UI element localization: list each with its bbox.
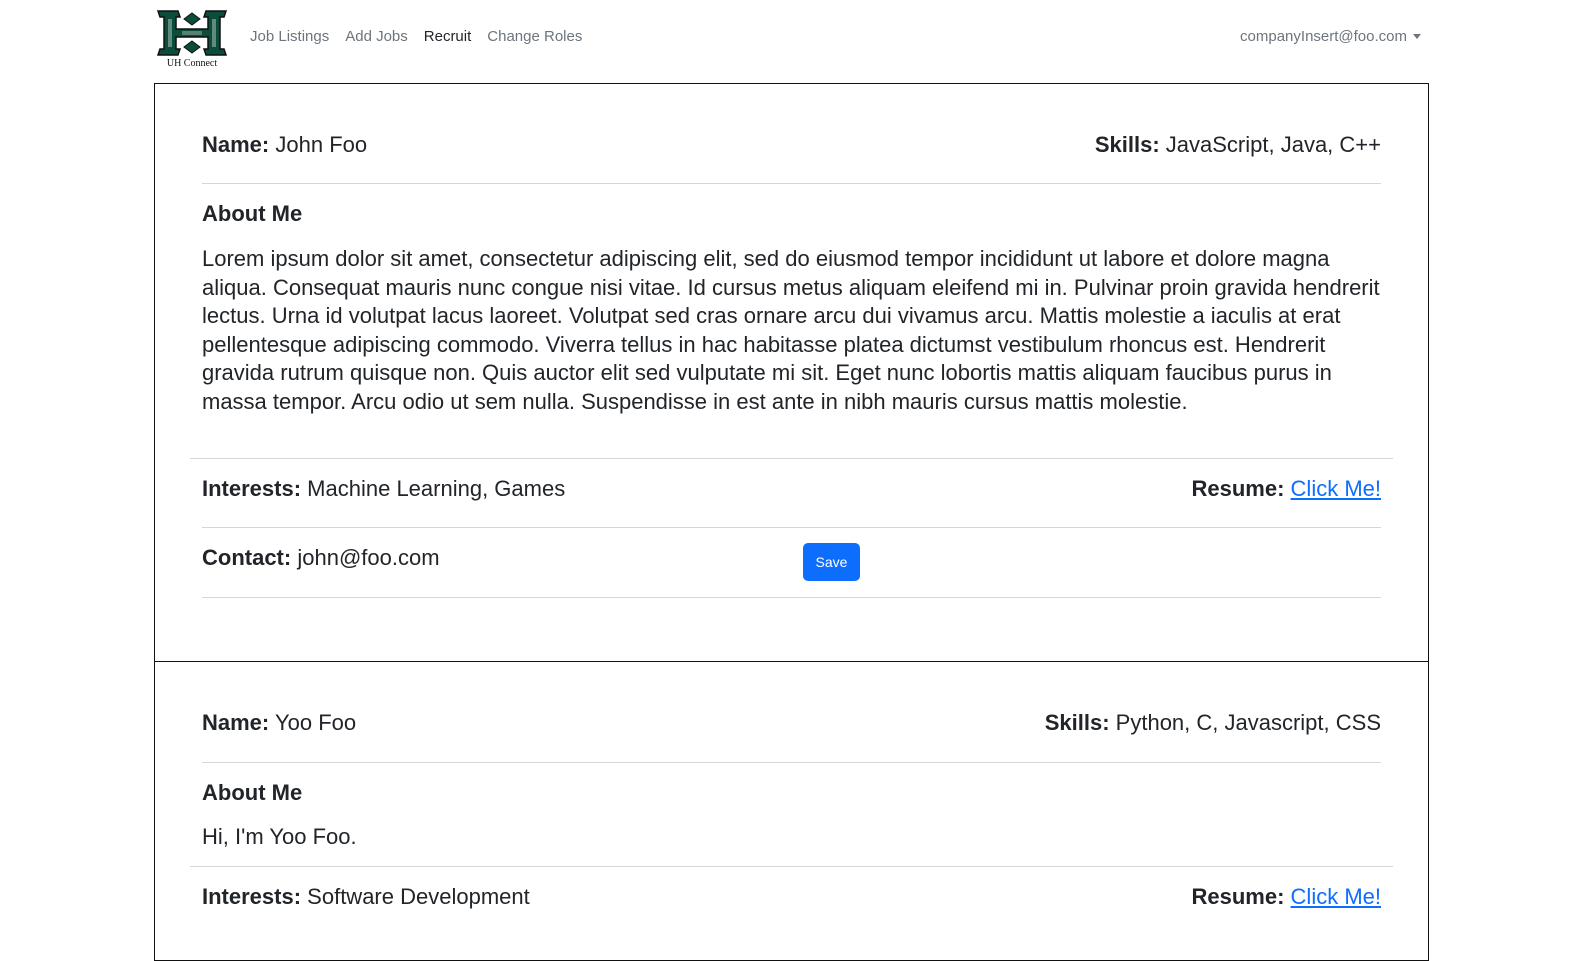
name-label: Name: xyxy=(202,710,270,735)
skills-value: Python, C, Javascript, CSS xyxy=(1115,710,1381,735)
resume-field: Resume: Click Me! xyxy=(1192,476,1382,502)
nav-recruit[interactable]: Recruit xyxy=(424,28,472,45)
interests-resume-row: Interests: Software Development Resume: … xyxy=(202,884,1381,910)
contact-label: Contact: xyxy=(202,545,292,570)
contact-row: Contact: john@foo.com xyxy=(202,545,1381,571)
profile-card: Name: Yoo Foo Skills: Python, C, Javascr… xyxy=(154,661,1429,961)
contact-field: Contact: john@foo.com xyxy=(202,545,440,571)
skills-label: Skills: xyxy=(1044,710,1110,735)
nav-links: Job Listings Add Jobs Recruit Change Rol… xyxy=(250,28,582,45)
uh-logo-icon xyxy=(156,10,228,56)
interests-value: Software Development xyxy=(307,884,530,909)
name-value: Yoo Foo xyxy=(274,710,357,735)
uh-connect-logo[interactable]: UH Connect xyxy=(156,7,228,71)
resume-link[interactable]: Click Me! xyxy=(1291,884,1381,909)
interests-label: Interests: xyxy=(202,884,302,909)
name-skills-row: Name: Yoo Foo Skills: Python, C, Javascr… xyxy=(202,710,1381,736)
nav-change-roles[interactable]: Change Roles xyxy=(487,28,582,45)
interests-value: Machine Learning, Games xyxy=(307,476,566,501)
skills-label: Skills: xyxy=(1094,132,1160,157)
name-value: John Foo xyxy=(275,132,368,157)
resume-label: Resume: xyxy=(1191,884,1285,909)
save-button[interactable]: Save xyxy=(803,543,860,581)
interests-label: Interests: xyxy=(202,476,302,501)
skills-field: Skills: JavaScript, Java, C++ xyxy=(1095,132,1381,158)
divider xyxy=(202,597,1381,598)
about-heading: About Me xyxy=(202,201,303,226)
nav-add-jobs[interactable]: Add Jobs xyxy=(345,28,408,45)
brand-caption: UH Connect xyxy=(166,58,218,69)
resume-link[interactable]: Click Me! xyxy=(1291,476,1381,501)
interests-resume-row: Interests: Machine Learning, Games Resum… xyxy=(202,476,1381,502)
profile-card: Name: John Foo Skills: JavaScript, Java,… xyxy=(154,83,1429,662)
divider xyxy=(202,527,1381,528)
name-field: Name: Yoo Foo xyxy=(202,710,356,736)
nav-job-listings[interactable]: Job Listings xyxy=(250,28,329,45)
resume-field: Resume: Click Me! xyxy=(1192,884,1382,910)
name-label: Name: xyxy=(202,132,270,157)
about-text: Hi, I'm Yoo Foo. xyxy=(202,824,357,849)
interests-field: Interests: Software Development xyxy=(202,884,530,910)
caret-down-icon xyxy=(1413,34,1421,39)
divider xyxy=(190,458,1393,459)
divider xyxy=(202,762,1381,763)
top-navbar: UH Connect Job Listings Add Jobs Recruit… xyxy=(0,0,1593,80)
skills-field: Skills: Python, C, Javascript, CSS xyxy=(1045,710,1381,736)
divider xyxy=(202,183,1381,184)
resume-label: Resume: xyxy=(1191,476,1285,501)
about-text: Lorem ipsum dolor sit amet, consectetur … xyxy=(202,246,1380,414)
skills-value: JavaScript, Java, C++ xyxy=(1165,132,1381,157)
contact-value: john@foo.com xyxy=(297,545,440,570)
name-field: Name: John Foo xyxy=(202,132,367,158)
user-dropdown[interactable]: companyInsert@foo.com xyxy=(1240,28,1421,45)
divider xyxy=(190,866,1393,867)
user-email: companyInsert@foo.com xyxy=(1240,28,1407,45)
interests-field: Interests: Machine Learning, Games xyxy=(202,476,565,502)
about-heading: About Me xyxy=(202,780,303,805)
name-skills-row: Name: John Foo Skills: JavaScript, Java,… xyxy=(202,132,1381,158)
